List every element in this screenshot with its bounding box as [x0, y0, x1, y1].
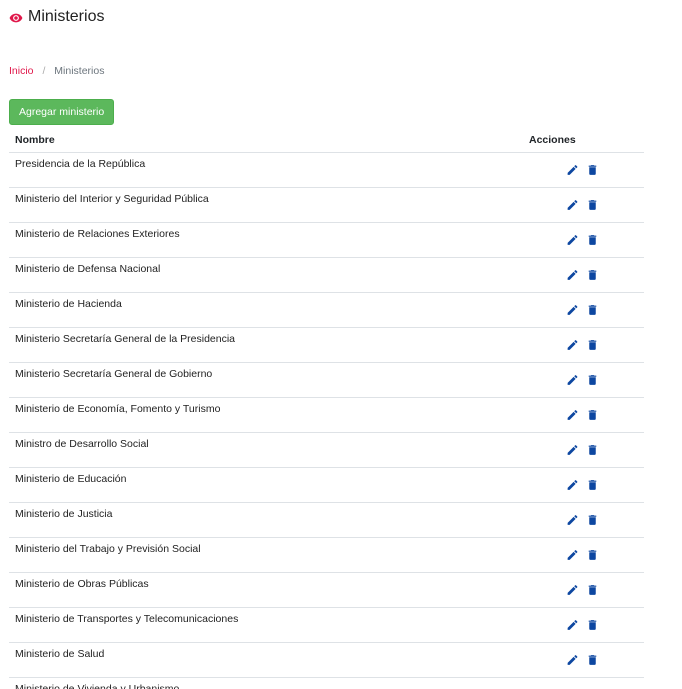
trash-icon[interactable] [586, 268, 599, 282]
trash-icon[interactable] [586, 338, 599, 352]
ministry-name: Ministerio de Vivienda y Urbanismo [15, 683, 180, 689]
pencil-icon[interactable] [566, 653, 579, 667]
ministries-table: Nombre Acciones Presidencia de la Repúbl… [9, 127, 644, 689]
trash-icon[interactable] [586, 198, 599, 212]
table-row: Ministerio del Interior y Seguridad Públ… [9, 188, 644, 223]
ministry-name: Ministerio de Transportes y Telecomunica… [15, 613, 239, 625]
table-row: Ministerio Secretaría General de Gobiern… [9, 363, 644, 398]
row-actions [529, 338, 644, 352]
pencil-icon[interactable] [566, 163, 579, 177]
pencil-icon[interactable] [566, 303, 579, 317]
trash-icon[interactable] [586, 443, 599, 457]
breadcrumb-current: Ministerios [54, 65, 105, 77]
ministry-name: Ministerio de Educación [15, 473, 127, 485]
table-row: Ministerio de Defensa Nacional [9, 258, 644, 293]
row-actions [529, 478, 644, 492]
breadcrumb-home-link[interactable]: Inicio [9, 65, 34, 77]
table-body: Presidencia de la República Ministerio de… [9, 153, 644, 689]
trash-icon[interactable] [586, 653, 599, 667]
row-actions [529, 618, 644, 632]
ministry-name: Ministerio de Economía, Fomento y Turism… [15, 403, 221, 415]
trash-icon[interactable] [586, 408, 599, 422]
row-actions [529, 548, 644, 562]
ministry-name: Ministerio de Obras Públicas [15, 578, 149, 590]
table-row: Ministerio de Educación [9, 468, 644, 503]
trash-icon[interactable] [586, 478, 599, 492]
ministry-name: Ministerio de Defensa Nacional [15, 263, 161, 275]
title-row: Ministerios [9, 8, 104, 26]
ministry-name: Ministerio Secretaría General de Gobiern… [15, 368, 213, 380]
pencil-icon[interactable] [566, 583, 579, 597]
page: Ministerios Inicio / Ministerios Agregar… [0, 0, 682, 689]
trash-icon[interactable] [586, 233, 599, 247]
table-row: Ministerio de Salud [9, 643, 644, 678]
ministry-name: Ministro de Desarrollo Social [15, 438, 149, 450]
pencil-icon[interactable] [566, 268, 579, 282]
ministry-name: Ministerio del Trabajo y Previsión Socia… [15, 543, 201, 555]
pencil-icon[interactable] [566, 443, 579, 457]
table-row: Ministerio de Obras Públicas [9, 573, 644, 608]
ministry-name: Ministerio de Justicia [15, 508, 113, 520]
trash-icon[interactable] [586, 373, 599, 387]
column-header-name: Nombre [15, 133, 55, 146]
row-actions [529, 233, 644, 247]
ministry-name: Ministerio Secretaría General de la Pres… [15, 333, 236, 345]
row-actions [529, 653, 644, 667]
trash-icon[interactable] [586, 303, 599, 317]
pencil-icon[interactable] [566, 513, 579, 527]
page-title: Ministerios [28, 8, 105, 25]
table-row: Ministerio Secretaría General de la Pres… [9, 328, 644, 363]
table-header: Nombre Acciones [9, 127, 644, 153]
pencil-icon[interactable] [566, 198, 579, 212]
row-actions [529, 163, 644, 177]
ministry-name: Ministerio de Relaciones Exteriores [15, 228, 180, 240]
table-row: Ministerio de Transportes y Telecomunica… [9, 608, 644, 643]
trash-icon[interactable] [586, 583, 599, 597]
row-actions [529, 443, 644, 457]
table-row: Ministerio del Trabajo y Previsión Socia… [9, 538, 644, 573]
row-actions [529, 198, 644, 212]
table-row: Ministerio de Economía, Fomento y Turism… [9, 398, 644, 433]
table-row: Ministro de Desarrollo Social [9, 433, 644, 468]
ministry-name: Ministerio de Hacienda [15, 298, 122, 310]
add-ministry-button[interactable]: Agregar ministerio [9, 99, 115, 125]
pencil-icon[interactable] [566, 233, 579, 247]
table-row: Ministerio de Hacienda [9, 293, 644, 328]
trash-icon[interactable] [586, 513, 599, 527]
ministry-name: Presidencia de la República [15, 158, 146, 170]
pencil-icon[interactable] [566, 338, 579, 352]
row-actions [529, 268, 644, 282]
row-actions [529, 408, 644, 422]
row-actions [529, 513, 644, 527]
table-row: Ministerio de Vivienda y Urbanismo [9, 678, 644, 689]
table-row: Ministerio de Relaciones Exteriores [9, 223, 644, 258]
breadcrumb: Inicio / Ministerios [9, 65, 104, 77]
row-actions [529, 373, 644, 387]
pencil-icon[interactable] [566, 373, 579, 387]
table-row: Presidencia de la República [9, 153, 644, 188]
trash-icon[interactable] [586, 618, 599, 632]
row-actions [529, 583, 644, 597]
trash-icon[interactable] [586, 548, 599, 562]
table-row: Ministerio de Justicia [9, 503, 644, 538]
column-header-actions: Acciones [529, 133, 576, 146]
ministry-name: Ministerio del Interior y Seguridad Públ… [15, 193, 209, 205]
row-actions [529, 303, 644, 317]
ministry-name: Ministerio de Salud [15, 648, 105, 660]
pencil-icon[interactable] [566, 618, 579, 632]
trash-icon[interactable] [586, 163, 599, 177]
pencil-icon[interactable] [566, 478, 579, 492]
eye-icon [9, 11, 23, 25]
pencil-icon[interactable] [566, 408, 579, 422]
breadcrumb-separator: / [42, 65, 46, 77]
pencil-icon[interactable] [566, 548, 579, 562]
